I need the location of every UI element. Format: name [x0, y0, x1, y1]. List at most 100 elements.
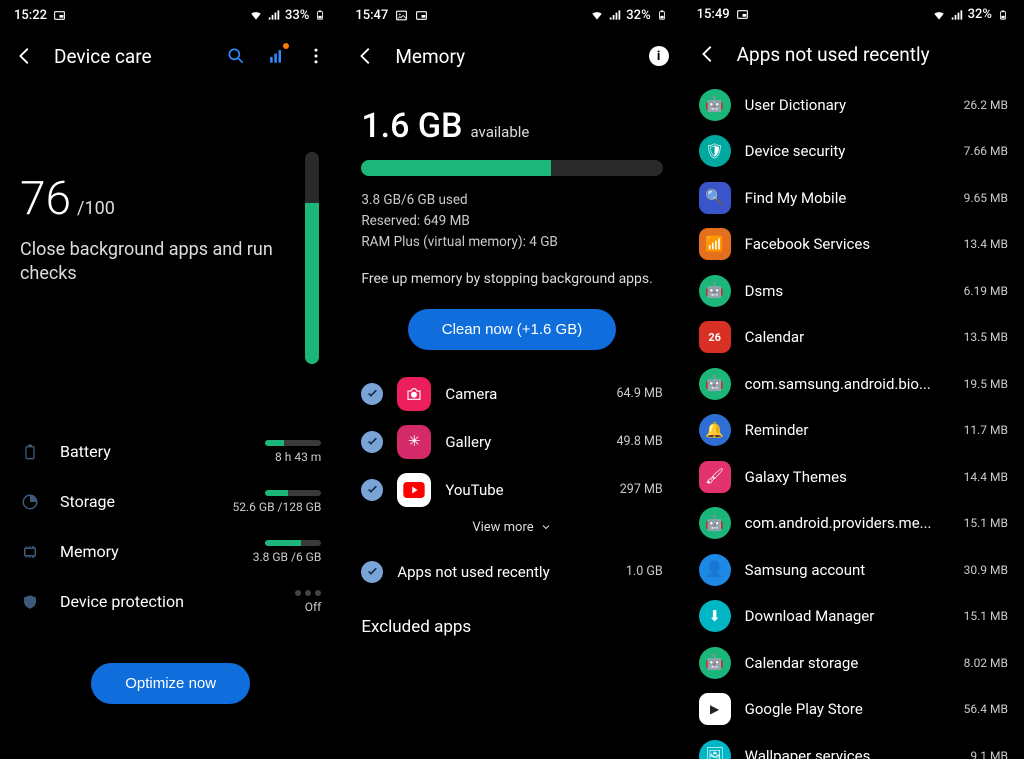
app-size: 15.1 MB [964, 516, 1008, 530]
wifi-icon [590, 8, 604, 22]
memory-bar [361, 160, 662, 176]
score-bar [305, 152, 319, 364]
checkbox-icon[interactable] [361, 561, 383, 583]
row-memory[interactable]: Memory 3.8 GB /6 GB [20, 527, 321, 577]
device-care-hero: 76 /100 Close background apps and run ch… [0, 82, 341, 287]
list-item[interactable]: ⬇Download Manager15.1 MB [699, 593, 1008, 640]
list-item[interactable]: 🖌Galaxy Themes14.4 MB [699, 454, 1008, 501]
memory-ramplus: RAM Plus (virtual memory): 4 GB [361, 232, 662, 253]
app-icon: 🤖 [699, 89, 731, 121]
app-name: Dsms [745, 282, 950, 300]
list-item[interactable]: 🔔Reminder11.7 MB [699, 407, 1008, 454]
battery-icon [996, 8, 1010, 22]
status-time: 15:22 [14, 8, 47, 23]
page-title: Memory [395, 45, 630, 68]
checkbox-icon[interactable] [361, 383, 383, 405]
app-name: Calendar storage [745, 654, 950, 672]
status-battery-pct: 33% [285, 8, 309, 23]
list-item[interactable]: 🤖Dsms6.19 MB [699, 268, 1008, 315]
not-used-size: 1.0 GB [626, 564, 663, 579]
row-device-protection[interactable]: Device protection Off [20, 577, 321, 627]
page-title: Apps not used recently [737, 43, 1010, 66]
list-item[interactable]: 👤Samsung account30.9 MB [699, 547, 1008, 594]
back-icon[interactable] [697, 43, 719, 65]
row-value: 52.6 GB /128 GB [233, 500, 322, 514]
row-value: 3.8 GB /6 GB [253, 550, 322, 564]
not-used-label: Apps not used recently [397, 563, 612, 581]
wifi-icon [932, 8, 946, 22]
row-storage[interactable]: Storage 52.6 GB /128 GB [20, 477, 321, 527]
app-name: Reminder [745, 421, 950, 439]
list-item[interactable]: 🔍Find My Mobile9.65 MB [699, 175, 1008, 222]
app-size: 30.9 MB [964, 563, 1008, 577]
available-label: available [471, 123, 530, 141]
app-name: Galaxy Themes [745, 468, 950, 486]
mini-bar [265, 490, 321, 496]
app-icon: 🤖 [699, 647, 731, 679]
view-more-label: View more [472, 520, 533, 535]
optimize-button[interactable]: Optimize now [91, 663, 250, 704]
app-item-camera[interactable]: Camera 64.9 MB [361, 370, 662, 418]
row-label: Storage [60, 492, 115, 511]
app-icon: 🛡 [699, 135, 731, 167]
app-size: 19.5 MB [964, 377, 1008, 391]
apps-not-used-row[interactable]: Apps not used recently 1.0 GB [341, 561, 682, 583]
list-item[interactable]: 🤖com.android.providers.me...15.1 MB [699, 500, 1008, 547]
mini-bar [265, 440, 321, 446]
status-bar: 15:22 33% [0, 0, 341, 30]
row-label: Memory [60, 542, 119, 561]
app-name: Camera [445, 385, 602, 403]
app-name: com.android.providers.me... [745, 514, 950, 532]
app-size: 9.65 MB [964, 191, 1008, 205]
status-time: 15:47 [355, 8, 388, 23]
more-icon[interactable] [305, 45, 327, 67]
app-name: com.samsung.android.bio... [745, 375, 950, 393]
signal-icon [267, 8, 281, 22]
info-icon[interactable]: i [649, 46, 669, 66]
list-item[interactable]: 26Calendar13.5 MB [699, 314, 1008, 361]
dots-icon [295, 590, 321, 596]
row-label: Device protection [60, 592, 184, 611]
list-item[interactable]: 🤖 com.samsung.android.bio... 19.5 MB [699, 361, 1008, 408]
mini-bar [265, 540, 321, 546]
view-more-button[interactable]: View more [361, 520, 662, 535]
app-name: YouTube [445, 481, 605, 499]
app-name: Samsung account [745, 561, 950, 579]
header-apps-not-used: Apps not used recently [683, 29, 1024, 80]
list-item[interactable]: 🖼Wallpaper services9.1 MB [699, 733, 1008, 759]
anur-app-list: 🤖User Dictionary26.2 MB🛡Device security7… [683, 80, 1024, 759]
row-value: Off [295, 600, 321, 614]
app-icon: 🔍 [699, 182, 731, 214]
excluded-apps-row[interactable]: Excluded apps [341, 617, 682, 637]
list-item[interactable]: 🤖User Dictionary26.2 MB [699, 82, 1008, 129]
bars-icon[interactable] [265, 45, 287, 67]
battery-icon [20, 442, 40, 462]
app-size: 14.4 MB [964, 470, 1008, 484]
list-item[interactable]: 📶Facebook Services13.4 MB [699, 221, 1008, 268]
app-size: 13.4 MB [964, 237, 1008, 251]
back-icon[interactable] [14, 45, 36, 67]
storage-icon [20, 492, 40, 512]
list-item[interactable]: 🛡Device security7.66 MB [699, 128, 1008, 175]
app-name: Download Manager [745, 607, 950, 625]
memory-used: 3.8 GB/6 GB used [361, 190, 662, 211]
shield-icon [20, 592, 40, 612]
checkbox-icon[interactable] [361, 431, 383, 453]
row-battery[interactable]: Battery 8 h 43 m [20, 427, 321, 477]
app-name: Gallery [445, 433, 602, 451]
list-item[interactable]: 🤖Calendar storage8.02 MB [699, 640, 1008, 687]
back-icon[interactable] [355, 45, 377, 67]
search-icon[interactable] [225, 45, 247, 67]
list-item[interactable]: ▶Google Play Store56.4 MB [699, 686, 1008, 733]
clean-now-button[interactable]: Clean now (+1.6 GB) [408, 309, 617, 350]
status-time: 15:49 [697, 7, 730, 22]
app-icon: 🤖 [699, 368, 731, 400]
image-icon [394, 8, 408, 22]
app-item-gallery[interactable]: ✳ Gallery 49.8 MB [361, 418, 662, 466]
panel-memory: 15:47 32% Memory i 1.6 GB available 3.8 … [341, 0, 682, 759]
memory-reserved: Reserved: 649 MB [361, 211, 662, 232]
header-memory: Memory i [341, 30, 682, 82]
app-icon: 🖼 [699, 740, 731, 759]
app-item-youtube[interactable]: YouTube 297 MB [361, 466, 662, 514]
checkbox-icon[interactable] [361, 479, 383, 501]
